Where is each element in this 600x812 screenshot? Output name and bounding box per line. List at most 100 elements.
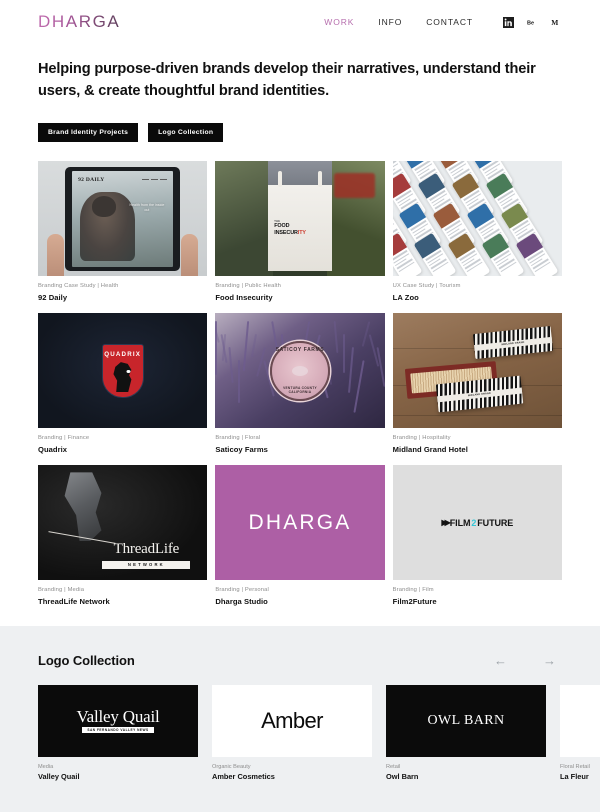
f2f-text-a: FILM xyxy=(449,517,471,528)
project-card-quadrix[interactable]: QUADRIX Branding | Finance Quadrix xyxy=(38,313,208,454)
market-left-shape xyxy=(215,161,273,277)
carousel-prev-arrow-icon[interactable]: ← xyxy=(494,654,507,667)
project-thumbnail-dharga-studio[interactable]: DHARGA xyxy=(215,465,385,581)
lavender-stalk xyxy=(250,334,257,358)
project-thumbnail-saticoy-farms[interactable]: SATICOY FARMS VENTURA COUNTY CALIFORNIA xyxy=(215,313,385,429)
wood-grain-line xyxy=(392,414,562,416)
filter-logo-collection[interactable]: Logo Collection xyxy=(148,123,224,143)
logo-collection-section: Logo Collection ← → Valley Quail SAN FER… xyxy=(0,625,600,812)
project-category: UX Case Study | Tourism xyxy=(392,283,461,290)
logo-thumbnail-valley-quail[interactable]: Valley Quail SAN FERNANDO VALLEY NEWS xyxy=(38,684,198,757)
project-thumbnail-film2future[interactable]: ▶▶ FILM 2 FUTURE xyxy=(392,465,562,581)
logo-category: Floral Retail xyxy=(560,763,590,770)
logo-card-valley-quail[interactable]: Valley Quail SAN FERNANDO VALLEY NEWS Me… xyxy=(38,684,198,783)
nav-item-contact[interactable]: CONTACT xyxy=(426,17,473,27)
project-card-92-daily[interactable]: 92 DAILY Health from the inside out Bran… xyxy=(38,161,208,302)
project-title: Film2Future xyxy=(392,597,437,607)
logo-title: Owl Barn xyxy=(386,772,419,782)
project-category: Branding Case Study | Health xyxy=(38,283,119,290)
logo-card-la-fleur[interactable]: la c Floral Retail La Fleur xyxy=(560,684,600,783)
lavender-stalk xyxy=(333,321,339,354)
market-awning-shape xyxy=(333,172,375,199)
quadrix-wordmark: QUADRIX xyxy=(104,350,142,358)
logo-title: Valley Quail xyxy=(38,772,80,782)
brand-logo[interactable]: DHARGA xyxy=(38,12,120,32)
logo-carousel-track: Valley Quail SAN FERNANDO VALLEY NEWS Me… xyxy=(38,684,600,783)
fast-forward-icon: ▶▶ xyxy=(441,518,450,528)
linkedin-icon[interactable] xyxy=(503,16,514,28)
nav-item-info[interactable]: INFO xyxy=(378,17,402,27)
project-thumbnail-threadlife-network[interactable]: ThreadLife NETWORK xyxy=(38,465,208,581)
project-category: Branding | Finance xyxy=(38,435,90,442)
page-title: Helping purpose-driven brands develop th… xyxy=(38,61,536,100)
tablet-frame: 92 DAILY Health from the inside out xyxy=(65,167,181,271)
f2f-text-b: FUTURE xyxy=(477,517,514,528)
hero-section: Helping purpose-driven brands develop th… xyxy=(0,44,600,102)
tablet-screen: 92 DAILY Health from the inside out xyxy=(72,171,174,267)
logo-category: Media xyxy=(38,763,54,770)
project-thumbnail-food-insecurity[interactable]: THE FOOD INSECURITY xyxy=(215,161,385,277)
floral-icon xyxy=(291,365,308,376)
threadlife-wordmark: ThreadLife xyxy=(113,541,180,558)
film2future-wordmark: ▶▶ FILM 2 FUTURE xyxy=(441,518,513,528)
project-category: Branding | Film xyxy=(392,587,434,594)
tote-print-line1: FOOD xyxy=(274,222,290,229)
social-links: Be M xyxy=(503,16,562,28)
tote-bag: THE FOOD INSECURITY xyxy=(267,171,333,271)
project-card-midland-grand-hotel[interactable]: MIDLAND GRAND MIDLAND GRAND Branding | H… xyxy=(392,313,562,455)
filter-brand-identity-projects[interactable]: Brand Identity Projects xyxy=(38,123,139,143)
tote-handle-right xyxy=(317,171,322,188)
logo-thumbnail-owl-barn[interactable]: OWL BARN xyxy=(386,684,546,757)
amber-wordmark: Amber xyxy=(261,707,323,733)
project-title: Food Insecurity xyxy=(215,293,273,303)
daily-tagline: Health from the inside out xyxy=(129,202,165,213)
lavender-stalk xyxy=(353,360,365,414)
carousel-next-arrow-icon[interactable]: → xyxy=(543,654,556,667)
tote-handle-left xyxy=(278,171,283,188)
logo-category: Organic Beauty xyxy=(212,763,251,770)
project-category: Branding | Personal xyxy=(215,587,269,594)
project-card-saticoy-farms[interactable]: SATICOY FARMS VENTURA COUNTY CALIFORNIA … xyxy=(215,313,385,454)
project-category: Branding | Hospitality xyxy=(392,435,451,442)
project-card-la-zoo[interactable]: UX Case Study | Tourism LA Zoo xyxy=(392,161,562,302)
tablet-navbar: 92 DAILY xyxy=(78,176,168,183)
project-card-threadlife-network[interactable]: ThreadLife NETWORK Branding | Media Thre… xyxy=(38,465,208,607)
main-navigation: WORK INFO CONTACT Be M xyxy=(324,16,562,28)
nav-item-work[interactable]: WORK xyxy=(324,17,354,27)
valley-quail-submark: SAN FERNANDO VALLEY NEWS xyxy=(82,727,154,734)
quadrix-shield-mark: QUADRIX xyxy=(101,343,144,398)
dharga-wordmark: DHARGA xyxy=(248,510,352,534)
logo-title: La Fleur xyxy=(560,772,589,782)
tote-print: THE FOOD INSECURITY xyxy=(274,220,325,237)
tote-print-line2a: INSECUR xyxy=(274,229,298,236)
project-category: Branding | Media xyxy=(38,587,85,594)
project-thumbnail-midland-grand-hotel[interactable]: MIDLAND GRAND MIDLAND GRAND xyxy=(392,313,562,429)
matchbox-label: MIDLAND GRAND xyxy=(473,336,553,351)
sewing-machine-icon xyxy=(64,472,102,542)
logo-card-amber-cosmetics[interactable]: Amber Organic Beauty Amber Cosmetics xyxy=(212,684,372,783)
tote-print-line2b: ITY xyxy=(297,229,306,236)
logo-category: Retail xyxy=(386,763,401,770)
tablet-menu-icon xyxy=(142,178,168,181)
logo-card-owl-barn[interactable]: OWL BARN Retail Owl Barn xyxy=(386,684,546,783)
project-card-food-insecurity[interactable]: THE FOOD INSECURITY Branding | Public He… xyxy=(215,161,385,303)
project-thumbnail-92-daily[interactable]: 92 DAILY Health from the inside out xyxy=(38,161,208,277)
logo-thumbnail-amber-cosmetics[interactable]: Amber xyxy=(212,684,372,757)
owl-barn-wordmark: OWL BARN xyxy=(427,712,505,728)
project-thumbnail-quadrix[interactable]: QUADRIX xyxy=(38,313,208,429)
project-title: ThreadLife Network xyxy=(38,597,110,607)
project-title: Midland Grand Hotel xyxy=(392,445,468,455)
project-card-dharga-studio[interactable]: DHARGA Branding | Personal Dharga Studio xyxy=(215,465,385,606)
filter-buttons: Brand Identity Projects Logo Collection xyxy=(0,102,600,143)
shield-body-shape: QUADRIX xyxy=(101,343,144,398)
threadlife-subtitle: NETWORK xyxy=(102,560,191,569)
lavender-stalk xyxy=(376,347,385,388)
logo-thumbnail-la-fleur[interactable]: la c xyxy=(560,684,600,757)
site-header: DHARGA WORK INFO CONTACT Be M xyxy=(0,0,600,44)
project-thumbnail-la-zoo[interactable] xyxy=(392,161,562,277)
medium-icon[interactable]: M xyxy=(551,17,562,28)
saticoy-badge-mark: SATICOY FARMS VENTURA COUNTY CALIFORNIA xyxy=(269,340,330,401)
behance-icon[interactable]: Be xyxy=(527,17,538,28)
project-card-film2future[interactable]: ▶▶ FILM 2 FUTURE Branding | Film Film2Futur… xyxy=(392,465,562,607)
f2f-text-two: 2 xyxy=(471,517,477,528)
